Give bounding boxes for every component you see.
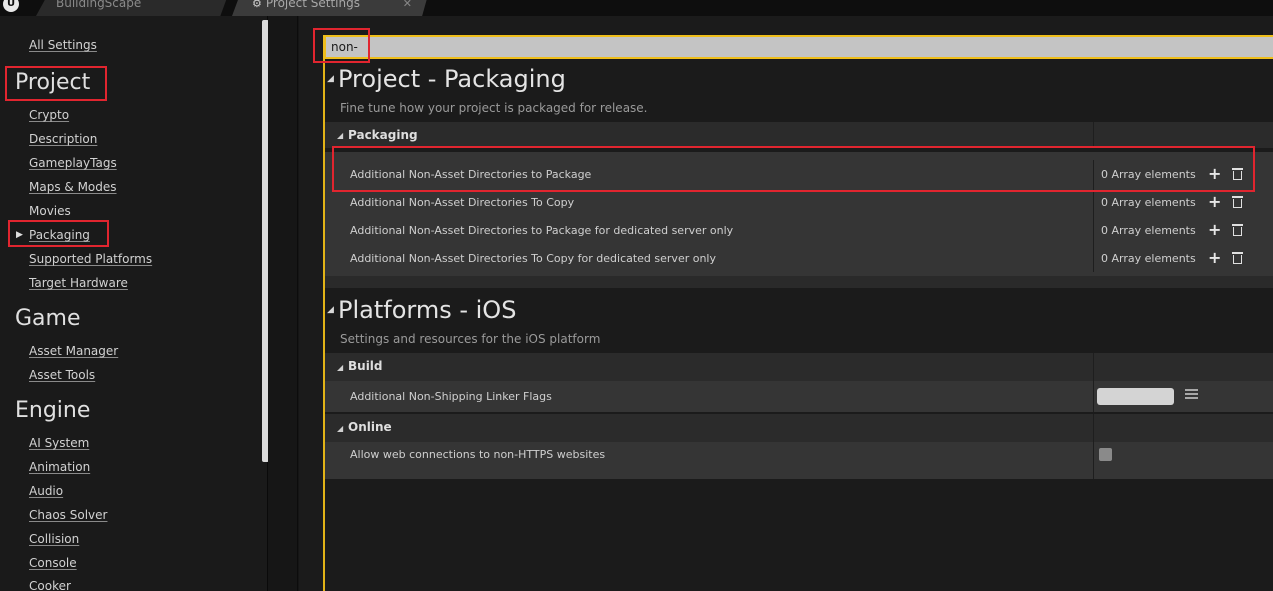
project-settings-window: U BuildingScape ⚙ Project Settings ✕ All …	[0, 0, 1273, 591]
sidebar-group-project: Project	[15, 70, 91, 95]
column-separator	[1093, 216, 1094, 244]
trash-icon[interactable]	[1232, 224, 1243, 236]
tab-bar: U BuildingScape ⚙ Project Settings ✕	[0, 0, 1273, 16]
section-footer	[325, 276, 1273, 288]
category-collapse-icon: ◢	[337, 424, 344, 433]
section-description: Settings and resources for the iOS platf…	[340, 332, 601, 346]
category-collapse-icon: ◢	[337, 363, 344, 372]
property-row[interactable]: Additional Non-Asset Directories To Copy…	[325, 188, 1273, 216]
sidebar-item-target-hardware[interactable]: Target Hardware	[29, 276, 128, 290]
property-row[interactable]: Additional Non-Asset Directories To Copy…	[325, 244, 1273, 272]
tab-buildingscape[interactable]: BuildingScape	[36, 0, 228, 16]
column-separator	[1093, 381, 1094, 412]
property-value: 0 Array elements	[1101, 224, 1196, 237]
tab-label: BuildingScape	[56, 0, 142, 10]
trash-icon[interactable]	[1232, 168, 1243, 180]
sidebar-item-movies[interactable]: Movies	[29, 204, 71, 218]
category-label: Packaging	[348, 128, 418, 142]
sidebar-item-description[interactable]: Description	[29, 132, 97, 146]
category-label: Build	[348, 359, 383, 373]
column-separator	[1093, 414, 1094, 442]
add-element-icon[interactable]: +	[1208, 220, 1221, 239]
sidebar-item-gameplaytags[interactable]: GameplayTags	[29, 156, 117, 170]
details-accent-line	[323, 35, 325, 591]
unreal-logo-icon[interactable]: U	[3, 0, 19, 12]
section-title-packaging: Project - Packaging	[338, 65, 566, 93]
trash-icon[interactable]	[1232, 196, 1243, 208]
property-name: Additional Non-Asset Directories To Copy	[350, 196, 575, 209]
add-element-icon[interactable]: +	[1208, 248, 1221, 267]
sidebar-group-engine: Engine	[15, 398, 91, 423]
tab-label: Project Settings	[265, 0, 360, 10]
list-edit-icon[interactable]	[1185, 389, 1198, 403]
sidebar-item-cooker[interactable]: Cooker	[29, 579, 71, 591]
property-row[interactable]: Additional Non-Shipping Linker Flags	[325, 381, 1273, 412]
linker-flags-input[interactable]	[1097, 388, 1174, 405]
tab-project-settings[interactable]: ⚙ Project Settings ✕	[232, 0, 428, 16]
category-label: Online	[348, 420, 392, 434]
property-row[interactable]: Allow web connections to non-HTTPS websi…	[325, 442, 1273, 479]
property-value: 0 Array elements	[1101, 252, 1196, 265]
column-separator	[1093, 160, 1094, 188]
section-collapse-icon[interactable]: ◢	[327, 305, 334, 315]
sidebar-item-animation[interactable]: Animation	[29, 460, 90, 474]
property-name: Additional Non-Asset Directories to Pack…	[350, 168, 592, 181]
property-name: Additional Non-Asset Directories to Pack…	[350, 224, 734, 237]
column-separator	[1093, 122, 1094, 148]
category-header-build[interactable]: ◢ Build	[325, 353, 1273, 381]
category-header-online[interactable]: ◢ Online	[325, 414, 1273, 442]
add-element-icon[interactable]: +	[1208, 164, 1221, 183]
sidebar-item-chaos-solver[interactable]: Chaos Solver	[29, 508, 107, 522]
property-row[interactable]: Additional Non-Asset Directories to Pack…	[325, 160, 1273, 188]
property-value: 0 Array elements	[1101, 168, 1196, 181]
property-row[interactable]: Additional Non-Asset Directories to Pack…	[325, 216, 1273, 244]
sidebar-item-asset-tools[interactable]: Asset Tools	[29, 368, 95, 382]
sidebar-splitter[interactable]	[268, 16, 298, 591]
sidebar-item-packaging[interactable]: Packaging	[29, 228, 90, 242]
selected-arrow-icon: ▶	[16, 230, 23, 240]
close-icon[interactable]: ✕	[403, 0, 412, 12]
category-collapse-icon: ◢	[337, 131, 344, 140]
section-collapse-icon[interactable]: ◢	[327, 74, 334, 84]
column-separator	[1093, 244, 1094, 272]
sidebar-item-asset-manager[interactable]: Asset Manager	[29, 344, 118, 358]
column-separator	[1093, 188, 1094, 216]
sidebar-link-all-settings[interactable]: All Settings	[29, 38, 97, 52]
category-header-packaging[interactable]: ◢ Packaging	[325, 122, 1273, 148]
sidebar-item-ai-system[interactable]: AI System	[29, 436, 89, 450]
property-value: 0 Array elements	[1101, 196, 1196, 209]
sidebar-group-game: Game	[15, 306, 81, 331]
column-separator	[1093, 442, 1094, 479]
gear-icon: ⚙	[252, 0, 262, 10]
column-separator	[1093, 353, 1094, 381]
property-list: Additional Non-Asset Directories to Pack…	[325, 152, 1273, 276]
trash-icon[interactable]	[1232, 252, 1243, 264]
sidebar-item-maps-modes[interactable]: Maps & Modes	[29, 180, 117, 194]
property-name: Additional Non-Asset Directories To Copy…	[350, 252, 716, 265]
section-title-ios: Platforms - iOS	[338, 296, 517, 324]
sidebar-item-supported-platforms[interactable]: Supported Platforms	[29, 252, 152, 266]
settings-sidebar	[0, 16, 268, 591]
sidebar-item-collision[interactable]: Collision	[29, 532, 79, 546]
property-name: Allow web connections to non-HTTPS websi…	[350, 448, 606, 461]
search-input[interactable]	[326, 37, 1273, 57]
allow-http-checkbox[interactable]	[1099, 448, 1112, 461]
sidebar-item-console[interactable]: Console	[29, 556, 77, 570]
sidebar-item-crypto[interactable]: Crypto	[29, 108, 69, 122]
section-description: Fine tune how your project is packaged f…	[340, 101, 648, 115]
add-element-icon[interactable]: +	[1208, 192, 1221, 211]
sidebar-item-audio[interactable]: Audio	[29, 484, 63, 498]
property-name: Additional Non-Shipping Linker Flags	[350, 390, 552, 403]
